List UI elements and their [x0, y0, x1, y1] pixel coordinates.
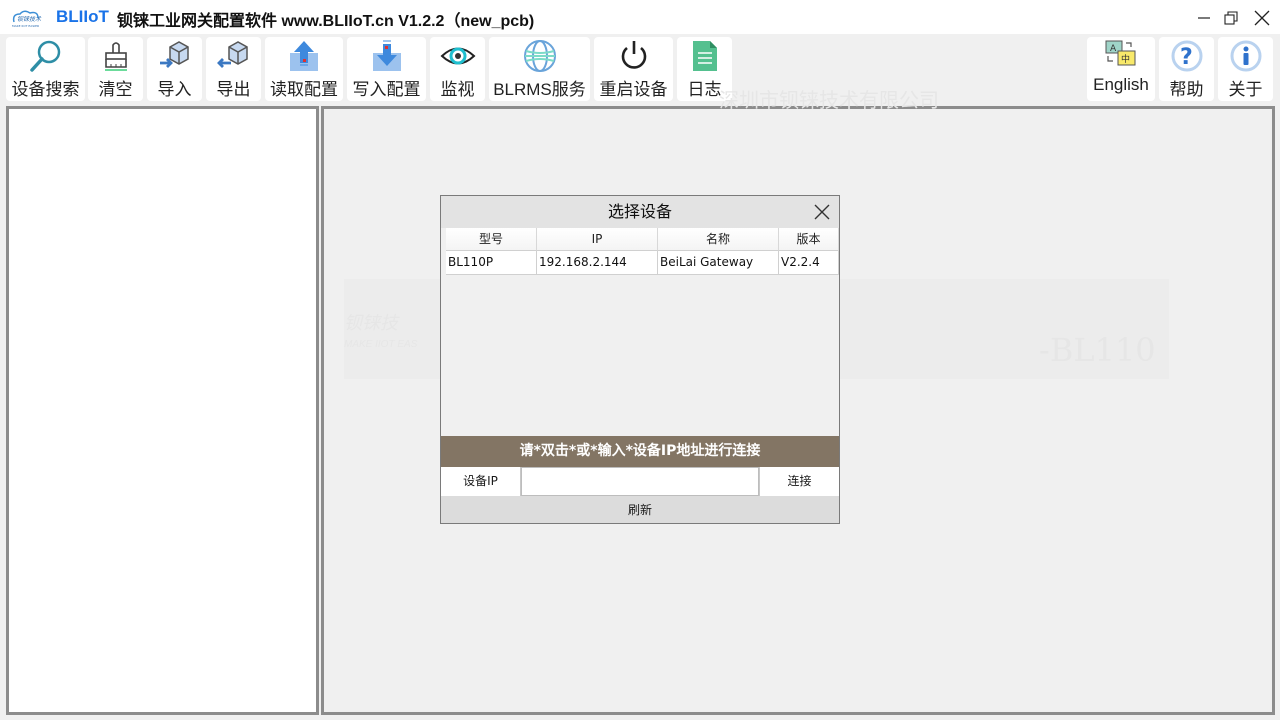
monitor-label: 监视 [440, 80, 475, 99]
cell-version[interactable]: V2.2.4 [779, 251, 839, 275]
close-icon [1254, 10, 1270, 26]
column-header-name[interactable]: 名称 [658, 228, 779, 251]
help-label: 帮助 [1169, 80, 1204, 99]
svg-text:MAKE IIOT EASIER: MAKE IIOT EASIER [12, 24, 39, 28]
import-box-icon [159, 41, 189, 68]
broom-icon [104, 42, 127, 71]
magnifier-icon [29, 40, 60, 72]
translate-icon: A中 [1105, 40, 1136, 66]
restart-device-button[interactable]: 重启设备 [594, 37, 673, 101]
language-button[interactable]: A中 English [1087, 37, 1155, 101]
read-config-label: 读取配置 [270, 80, 338, 99]
company-watermark: 深圳市钡铼技术有限公司 [719, 88, 939, 112]
device-ip-input[interactable] [521, 467, 759, 496]
device-table: 型号 IP 名称 版本 BL110P 192.168.2.144 BeiLai … [446, 228, 839, 275]
info-icon [1230, 40, 1261, 72]
svg-text:?: ? [1180, 45, 1193, 70]
close-icon [814, 204, 830, 220]
upload-tray-icon [290, 41, 318, 71]
cell-ip[interactable]: 192.168.2.144 [537, 251, 658, 275]
window-title: 钡铼工业网关配置软件 www.BLIIoT.cn V1.2.2（new_pcb) [117, 13, 535, 30]
cell-model[interactable]: BL110P [446, 251, 537, 275]
device-ip-label: 设备IP [441, 467, 521, 496]
minimize-icon [1198, 17, 1210, 19]
import-label: 导入 [157, 80, 192, 99]
cell-name[interactable]: BeiLai Gateway [658, 251, 779, 275]
blrms-service-button[interactable]: BLRMS服务 [489, 37, 590, 101]
question-icon: ? [1171, 40, 1202, 72]
power-icon [621, 41, 646, 69]
svg-text:中: 中 [1121, 53, 1130, 65]
close-window-button[interactable] [1249, 6, 1275, 30]
device-search-label: 设备搜索 [11, 80, 80, 99]
help-button[interactable]: ? 帮助 [1159, 37, 1214, 101]
logo-watermark: 钡铼技 [344, 313, 398, 334]
download-tray-icon [372, 40, 401, 71]
minimize-button[interactable] [1191, 6, 1217, 30]
refresh-button[interactable]: 刷新 [441, 496, 839, 523]
table-row[interactable]: BL110P 192.168.2.144 BeiLai Gateway V2.2… [446, 251, 839, 275]
clear-label: 清空 [98, 80, 133, 99]
column-header-version[interactable]: 版本 [779, 228, 839, 251]
document-icon [692, 41, 717, 71]
column-header-ip[interactable]: IP [537, 228, 658, 251]
device-list-panel[interactable] [6, 106, 319, 715]
slogan-watermark: MAKE IIOT EAS [344, 339, 418, 350]
model-watermark: -BL110 [1039, 331, 1156, 369]
import-button[interactable]: 导入 [147, 37, 202, 101]
restore-icon [1224, 11, 1238, 25]
read-config-button[interactable]: 读取配置 [265, 37, 343, 101]
restore-button[interactable] [1218, 6, 1244, 30]
table-header: 型号 IP 名称 版本 [446, 228, 839, 251]
restart-device-label: 重启设备 [599, 80, 668, 99]
clear-button[interactable]: 清空 [88, 37, 143, 101]
select-device-dialog: 选择设备 型号 IP 名称 版本 BL110P 192.168.2.144 Be… [440, 195, 840, 524]
svg-text:A: A [1110, 44, 1117, 54]
export-label: 导出 [216, 80, 251, 99]
globe-icon [523, 40, 556, 72]
bliiot-logo-icon: 钡铼技术 MAKE IIOT EASIER [12, 10, 42, 28]
blrms-service-label: BLRMS服务 [493, 80, 586, 99]
log-label: 日志 [687, 80, 722, 99]
about-label: 关于 [1228, 80, 1263, 99]
eye-icon [440, 47, 475, 65]
connection-hint: 请*双击*或*输入*设备IP地址进行连接 [441, 436, 839, 467]
device-search-button[interactable]: 设备搜索 [6, 37, 85, 101]
write-config-label: 写入配置 [352, 80, 421, 99]
dialog-close-button[interactable] [811, 201, 833, 223]
language-label: English [1093, 75, 1149, 94]
connect-button[interactable]: 连接 [759, 467, 839, 496]
app-brand: BLIIoT [56, 7, 109, 26]
svg-text:钡铼技术: 钡铼技术 [17, 15, 42, 23]
monitor-button[interactable]: 监视 [430, 37, 485, 101]
column-header-model[interactable]: 型号 [446, 228, 537, 251]
dialog-title: 选择设备 [441, 196, 839, 228]
title-bar: 钡铼技术 MAKE IIOT EASIER BLIIoT 钡铼工业网关配置软件 … [0, 0, 1280, 34]
export-button[interactable]: 导出 [206, 37, 261, 101]
toolbar: 设备搜索 清空 导入 导出 读取配置 写入配置 监视 BLRMS服务 重启设备 … [0, 34, 1280, 104]
write-config-button[interactable]: 写入配置 [347, 37, 426, 101]
export-box-icon [216, 41, 248, 68]
about-button[interactable]: 关于 [1218, 37, 1273, 101]
